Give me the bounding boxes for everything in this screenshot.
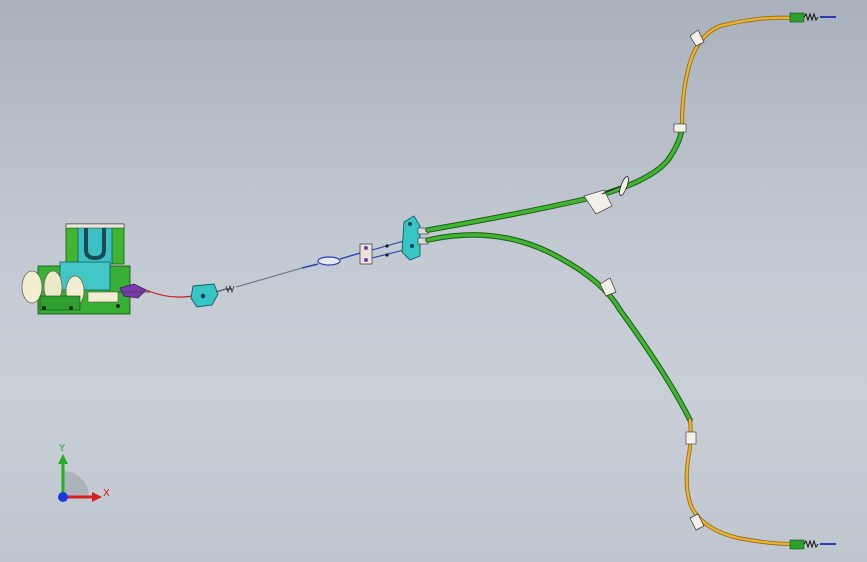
- lower-plate: [39, 295, 81, 311]
- bolt: [116, 304, 120, 308]
- splitter-bolt: [408, 222, 412, 226]
- rear-cable-lower[interactable]: [425, 232, 836, 550]
- cable-outline: [425, 232, 693, 423]
- end-spring: [803, 539, 819, 549]
- y-axis-label: Y: [59, 443, 66, 454]
- adjuster-loop: [317, 256, 341, 266]
- x-axis-head: [92, 492, 102, 502]
- cable-jacket: [426, 196, 592, 232]
- y-splitter-bracket[interactable]: [401, 215, 429, 261]
- cable-sleeve: [215, 288, 232, 293]
- bolt: [69, 306, 73, 310]
- release-rod: [87, 291, 119, 303]
- end-fitting-sleeve: [789, 12, 805, 23]
- cable-clip: [685, 431, 697, 445]
- yoke-pin: [364, 246, 368, 250]
- cable-jacket: [426, 233, 692, 422]
- x-axis-label: X: [103, 488, 110, 499]
- roller-left: [21, 270, 43, 304]
- cable-adjuster[interactable]: [317, 240, 405, 266]
- cable-jacket: [588, 123, 684, 200]
- orientation-triad[interactable]: [58, 454, 102, 502]
- yoke-pin: [364, 258, 368, 262]
- crimp: [385, 253, 389, 257]
- inner-wire: [235, 267, 303, 288]
- front-wire: [145, 289, 193, 298]
- end-fitting-sleeve: [789, 539, 805, 550]
- z-axis-dot: [58, 492, 68, 502]
- handbrake-lever-assembly[interactable]: [21, 223, 150, 315]
- bolt: [42, 306, 46, 310]
- y-axis-head: [58, 454, 68, 464]
- adjuster-rod: [301, 263, 319, 269]
- front-cable[interactable]: [145, 263, 319, 308]
- rear-cable-upper[interactable]: [425, 12, 836, 233]
- cable-clip: [689, 513, 705, 531]
- splitter-bolt: [410, 244, 414, 248]
- cable-clip: [599, 277, 617, 297]
- adjuster-link: [339, 252, 361, 260]
- cable-model-canvas[interactable]: [0, 0, 867, 562]
- crimp: [385, 244, 389, 248]
- guide-bolt: [200, 293, 206, 299]
- cable-clip: [673, 123, 687, 133]
- top-plate: [65, 223, 125, 229]
- cad-viewport[interactable]: Y X: [0, 0, 867, 562]
- cable-clip: [689, 29, 705, 47]
- end-spring: [803, 12, 819, 22]
- triad-plane: [63, 471, 89, 497]
